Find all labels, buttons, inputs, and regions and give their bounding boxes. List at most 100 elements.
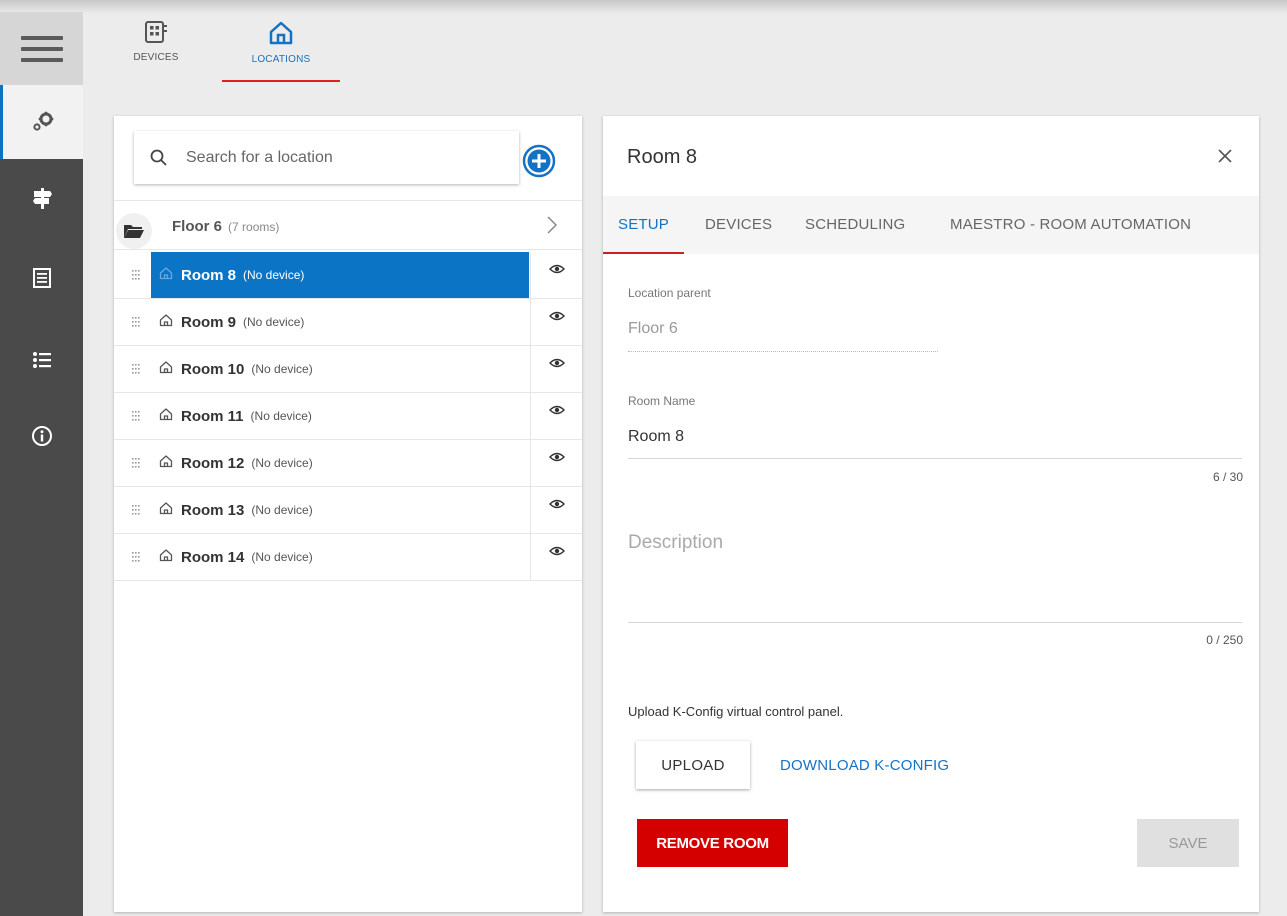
room-device-status: (No device) bbox=[251, 362, 313, 376]
room-title: Room 8 bbox=[627, 146, 698, 168]
hamburger-icon bbox=[20, 29, 63, 69]
floor-row[interactable]: Floor 6 (7 rooms) bbox=[114, 200, 582, 250]
search-input[interactable] bbox=[184, 147, 484, 168]
home-icon bbox=[159, 454, 173, 473]
room-row-main[interactable]: Room 8 (No device) bbox=[151, 252, 529, 298]
chevron-right-icon[interactable] bbox=[546, 215, 558, 240]
tab-scheduling[interactable]: SCHEDULING bbox=[805, 196, 905, 254]
drag-handle-icon[interactable] bbox=[132, 551, 140, 569]
eye-icon bbox=[548, 356, 565, 374]
eye-icon bbox=[548, 544, 565, 562]
home-icon bbox=[268, 21, 294, 50]
room-device-status: (No device) bbox=[250, 409, 312, 423]
room-row-main[interactable]: Room 13 (No device) bbox=[151, 487, 529, 533]
room-row[interactable]: Room 14 (No device) bbox=[114, 534, 582, 581]
room-device-status: (No device) bbox=[251, 503, 313, 517]
location-parent-label: Location parent bbox=[628, 286, 711, 300]
remove-room-button[interactable]: REMOVE ROOM bbox=[637, 819, 788, 867]
info-icon bbox=[31, 425, 53, 447]
document-icon bbox=[32, 267, 52, 289]
drag-handle-icon[interactable] bbox=[132, 504, 140, 522]
visibility-toggle[interactable] bbox=[530, 534, 582, 580]
tab-scheduling-label: SCHEDULING bbox=[805, 216, 906, 233]
description-underline bbox=[628, 622, 1242, 623]
add-location-button[interactable] bbox=[522, 144, 556, 178]
tab-devices-label: DEVICES bbox=[133, 52, 179, 63]
drag-handle-icon[interactable] bbox=[132, 410, 140, 428]
upload-button[interactable]: UPLOAD bbox=[636, 741, 750, 789]
floor-name-wrap: Floor 6 (7 rooms) bbox=[172, 218, 279, 235]
room-row-main[interactable]: Room 14 (No device) bbox=[151, 534, 529, 580]
visibility-toggle[interactable] bbox=[530, 487, 582, 533]
room-row[interactable]: Room 13 (No device) bbox=[114, 487, 582, 534]
drag-handle-icon[interactable] bbox=[132, 316, 140, 334]
drag-handle-icon[interactable] bbox=[132, 363, 140, 381]
floor-room-count: (7 rooms) bbox=[228, 220, 280, 234]
location-parent-underline bbox=[628, 351, 938, 352]
search-icon bbox=[134, 149, 184, 167]
room-row[interactable]: Room 12 (No device) bbox=[114, 440, 582, 487]
home-icon bbox=[159, 266, 173, 285]
detail-tabs: SETUP DEVICES SCHEDULING MAESTRO - ROOM … bbox=[603, 196, 1259, 254]
description-counter: 0 / 250 bbox=[1206, 633, 1243, 647]
hamburger-menu-button[interactable] bbox=[0, 12, 83, 85]
tab-setup[interactable]: SETUP bbox=[603, 196, 685, 254]
room-device-status: (No device) bbox=[251, 550, 313, 564]
home-icon bbox=[159, 501, 173, 520]
tab-devices-detail[interactable]: DEVICES bbox=[705, 196, 772, 254]
gears-icon bbox=[30, 109, 56, 135]
visibility-toggle[interactable] bbox=[530, 393, 582, 439]
top-shadow bbox=[0, 0, 1287, 14]
signpost-icon bbox=[31, 186, 53, 210]
room-row[interactable]: Room 9 (No device) bbox=[114, 299, 582, 346]
room-row[interactable]: Room 8 (No device) bbox=[114, 252, 582, 299]
visibility-toggle[interactable] bbox=[530, 299, 582, 345]
home-icon bbox=[159, 360, 173, 379]
eye-icon bbox=[548, 309, 565, 327]
close-icon bbox=[1218, 149, 1232, 163]
tab-devices[interactable]: DEVICES bbox=[124, 20, 188, 82]
room-row-main[interactable]: Room 11 (No device) bbox=[151, 393, 529, 439]
room-device-status: (No device) bbox=[251, 456, 313, 470]
eye-icon bbox=[548, 262, 565, 280]
rail-item-locations[interactable] bbox=[0, 161, 83, 235]
room-name: Room 11 bbox=[181, 407, 244, 425]
drag-handle-icon[interactable] bbox=[132, 269, 140, 287]
room-list: Room 8 (No device) Room 9 (No device) Room 1… bbox=[114, 252, 582, 581]
room-row-main[interactable]: Room 10 (No device) bbox=[151, 346, 529, 392]
plus-circle-icon bbox=[522, 144, 556, 178]
download-kconfig-link[interactable]: DOWNLOAD K-CONFIG bbox=[780, 757, 949, 774]
tab-maestro-label: MAESTRO - ROOM AUTOMATION bbox=[950, 216, 1192, 233]
home-icon bbox=[159, 313, 173, 332]
tab-locations[interactable]: LOCATIONS bbox=[222, 20, 340, 82]
location-parent-value: Floor 6 bbox=[628, 320, 678, 337]
room-name-field[interactable]: Room 8 bbox=[628, 428, 684, 446]
room-device-status: (No device) bbox=[243, 268, 305, 282]
room-name: Room 8 bbox=[181, 266, 237, 284]
list-icon bbox=[31, 349, 53, 371]
visibility-toggle[interactable] bbox=[530, 252, 582, 298]
tab-devices-detail-label: DEVICES bbox=[705, 216, 773, 233]
room-row[interactable]: Room 11 (No device) bbox=[114, 393, 582, 440]
tab-maestro[interactable]: MAESTRO - ROOM AUTOMATION bbox=[950, 196, 1191, 254]
visibility-toggle[interactable] bbox=[530, 346, 582, 392]
visibility-toggle[interactable] bbox=[530, 440, 582, 486]
room-name: Room 12 bbox=[181, 454, 245, 472]
rail-item-reports[interactable] bbox=[0, 241, 83, 315]
room-row-main[interactable]: Room 9 (No device) bbox=[151, 299, 529, 345]
rail-item-info[interactable] bbox=[0, 399, 83, 473]
home-icon bbox=[159, 548, 173, 567]
save-button[interactable]: SAVE bbox=[1137, 819, 1239, 867]
room-name: Room 9 bbox=[181, 313, 237, 331]
rail-item-list[interactable] bbox=[0, 323, 83, 397]
room-name-label: Room Name bbox=[628, 394, 696, 408]
drag-handle-icon[interactable] bbox=[132, 457, 140, 475]
active-tab-underline bbox=[222, 80, 340, 82]
room-row[interactable]: Room 10 (No device) bbox=[114, 346, 582, 393]
rail-item-settings[interactable] bbox=[0, 85, 83, 159]
devices-icon bbox=[143, 21, 169, 48]
description-field[interactable]: Description bbox=[628, 532, 723, 554]
floor-name: Floor 6 bbox=[172, 218, 223, 235]
room-row-main[interactable]: Room 12 (No device) bbox=[151, 440, 529, 486]
close-button[interactable] bbox=[1217, 148, 1233, 169]
